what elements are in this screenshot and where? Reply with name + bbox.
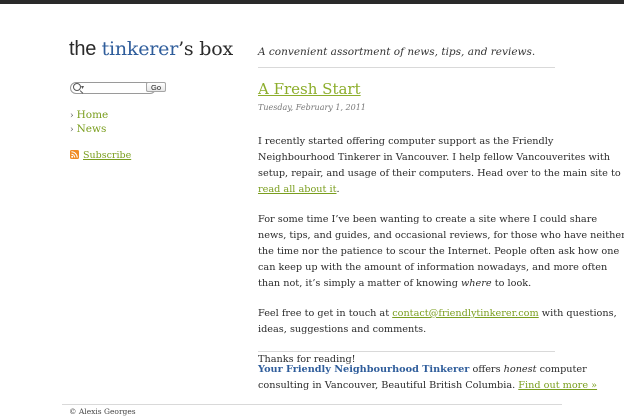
promo-divider <box>258 351 555 352</box>
text-fragment: than not, it’s simply a matter of knowin… <box>258 278 461 289</box>
text-line: the time nor the patience to scour the I… <box>258 246 620 257</box>
top-bar <box>0 0 624 4</box>
post-title: A Fresh Start <box>258 80 361 98</box>
text-fragment: offers <box>469 364 504 375</box>
post-paragraph: For some time I’ve been wanting to creat… <box>258 212 624 292</box>
header-divider <box>258 67 555 68</box>
site-tagline: A convenient assortment of news, tips, a… <box>258 46 536 58</box>
text-line: can keep up with the amount of informati… <box>258 262 608 273</box>
contact-email-link[interactable]: contact@friendlytinkerer.com <box>392 308 539 319</box>
subscribe-link[interactable]: Subscribe <box>83 150 131 161</box>
chevron-right-icon: › <box>70 111 74 121</box>
text-fragment: with questions, <box>538 308 617 319</box>
sidebar-nav: › Home › News <box>70 108 108 136</box>
emphasis-text: honest <box>503 364 537 375</box>
footer-divider <box>62 404 562 405</box>
search-icon <box>73 83 81 91</box>
post-title-link[interactable]: A Fresh Start <box>258 80 361 98</box>
search-go-button[interactable]: Go <box>146 82 166 92</box>
promo-business-name: Your Friendly Neighbourhood Tinkerer <box>258 364 470 375</box>
read-all-link[interactable]: read all about it <box>258 184 336 195</box>
text-line: I recently started offering computer sup… <box>258 136 554 147</box>
site-title-brand: tinkerer <box>101 38 179 60</box>
chevron-right-icon: › <box>70 125 74 135</box>
site-title[interactable]: the tinkerer’s box <box>69 38 233 61</box>
rss-icon <box>70 150 79 159</box>
post-body: I recently started offering computer sup… <box>258 134 624 382</box>
emphasis-text: where <box>460 278 492 289</box>
text-fragment: . <box>336 184 340 195</box>
text-line: Neighbourhood Tinkerer in Vancouver. I h… <box>258 152 611 163</box>
post-paragraph: I recently started offering computer sup… <box>258 134 621 198</box>
text-line: read all about it. <box>258 182 558 198</box>
text-line: Feel free to get in touch at contact@fri… <box>258 306 617 322</box>
text-fragment: to look. <box>491 278 532 289</box>
site-title-prefix: the <box>69 38 102 60</box>
text-line: than not, it’s simply a matter of knowin… <box>258 276 558 292</box>
find-out-more-link[interactable]: Find out more » <box>518 380 597 391</box>
post-paragraph: Feel free to get in touch at contact@fri… <box>258 306 617 338</box>
text-line: Your Friendly Neighbourhood Tinkerer off… <box>258 362 587 378</box>
site-title-suffix: ’s box <box>178 38 234 60</box>
subscribe-link-row[interactable]: Subscribe <box>70 150 131 161</box>
promo-box: Your Friendly Neighbourhood Tinkerer off… <box>258 362 597 394</box>
text-line: ideas, suggestions and comments. <box>258 324 427 335</box>
sidebar-item-label[interactable]: Home <box>77 109 109 121</box>
sidebar-item-news[interactable]: › News <box>70 122 108 136</box>
text-line: setup, repair, and usage of their comput… <box>258 168 621 179</box>
sidebar-item-label[interactable]: News <box>77 123 107 135</box>
sidebar-item-home[interactable]: › Home <box>70 108 108 122</box>
footer-copyright: © Alexis Georges <box>69 407 136 416</box>
text-line: consulting in Vancouver, Beautiful Briti… <box>258 378 597 394</box>
text-line: For some time I’ve been wanting to creat… <box>258 214 598 225</box>
text-fragment: computer <box>536 364 587 375</box>
chevron-down-icon: ▾ <box>81 84 85 91</box>
text-fragment: consulting in Vancouver, Beautiful Briti… <box>258 380 519 391</box>
text-fragment: Feel free to get in touch at <box>258 308 393 319</box>
post-date: Tuesday, February 1, 2011 <box>258 103 366 112</box>
text-line: news, tips, and guides, and occasional r… <box>258 230 624 241</box>
